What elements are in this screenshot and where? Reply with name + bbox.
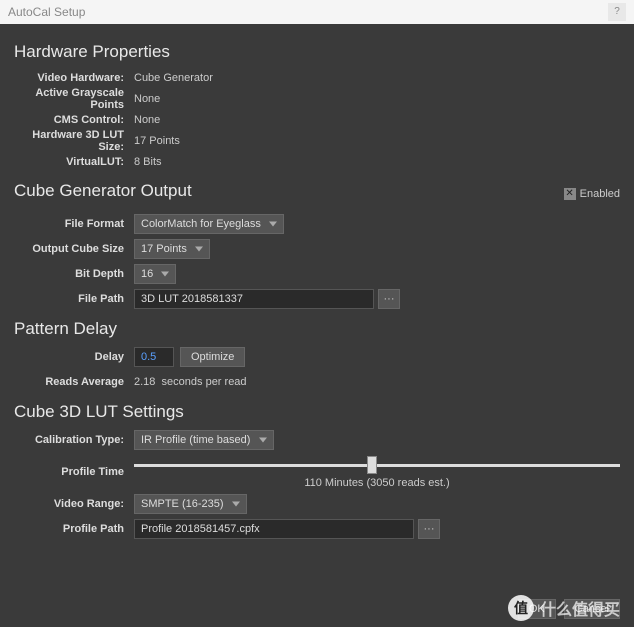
hardware-heading: Hardware Properties [14, 42, 620, 62]
file-path-input[interactable] [134, 289, 374, 309]
hw-value: 8 Bits [134, 156, 162, 168]
file-path-browse-button[interactable]: ··· [378, 289, 400, 309]
reads-avg-value: 2.18 seconds per read [134, 376, 247, 388]
profile-path-label: Profile Path [14, 523, 134, 535]
hw-row-video: Video Hardware: Cube Generator [14, 70, 620, 86]
cube-size-label: Output Cube Size [14, 243, 134, 255]
bit-depth-select[interactable]: 16 [134, 264, 176, 284]
check-icon: ✕ [564, 188, 576, 200]
file-format-select[interactable]: ColorMatch for Eyeglass [134, 214, 284, 234]
titlebar: AutoCal Setup ? [0, 0, 634, 24]
hw-value: Cube Generator [134, 72, 213, 84]
hw-row-virtual-lut: VirtualLUT: 8 Bits [14, 154, 620, 170]
profile-time-slider[interactable] [134, 455, 620, 475]
file-format-label: File Format [14, 218, 134, 230]
ok-button[interactable]: OK [518, 599, 556, 619]
hw-label: Video Hardware: [14, 72, 134, 84]
footer: OK Cancel [0, 591, 634, 627]
calibration-label: Calibration Type: [14, 434, 134, 446]
cube3d-heading: Cube 3D LUT Settings [14, 402, 620, 422]
hw-label: Hardware 3D LUT Size: [14, 129, 134, 153]
hw-label: Active Grayscale Points [14, 87, 134, 111]
hw-value: None [134, 114, 160, 126]
profile-path-browse-button[interactable]: ··· [418, 519, 440, 539]
enabled-label: Enabled [580, 188, 620, 200]
hw-row-grayscale: Active Grayscale Points None [14, 87, 620, 111]
hw-value: None [134, 93, 160, 105]
hw-label: VirtualLUT: [14, 156, 134, 168]
delay-input[interactable] [134, 347, 174, 367]
hw-label: CMS Control: [14, 114, 134, 126]
cancel-button[interactable]: Cancel [564, 599, 620, 619]
help-button[interactable]: ? [608, 3, 626, 21]
enabled-checkbox[interactable]: ✕ Enabled [564, 188, 620, 200]
cube-size-select[interactable]: 17 Points [134, 239, 210, 259]
profile-path-input[interactable] [134, 519, 414, 539]
file-path-label: File Path [14, 293, 134, 305]
hw-value: 17 Points [134, 135, 180, 147]
video-range-select[interactable]: SMPTE (16-235) [134, 494, 247, 514]
calibration-select[interactable]: IR Profile (time based) [134, 430, 274, 450]
optimize-button[interactable]: Optimize [180, 347, 245, 367]
reads-avg-label: Reads Average [14, 376, 134, 388]
hw-row-lut-size: Hardware 3D LUT Size: 17 Points [14, 129, 620, 153]
slider-thumb[interactable] [367, 456, 377, 474]
pattern-heading: Pattern Delay [14, 319, 620, 339]
video-range-label: Video Range: [14, 498, 134, 510]
bit-depth-label: Bit Depth [14, 268, 134, 280]
delay-label: Delay [14, 351, 134, 363]
output-heading: Cube Generator Output [14, 181, 192, 201]
hw-row-cms: CMS Control: None [14, 112, 620, 128]
profile-time-label: Profile Time [14, 466, 134, 478]
profile-time-caption: 110 Minutes (3050 reads est.) [134, 477, 620, 489]
window-title: AutoCal Setup [8, 0, 85, 24]
